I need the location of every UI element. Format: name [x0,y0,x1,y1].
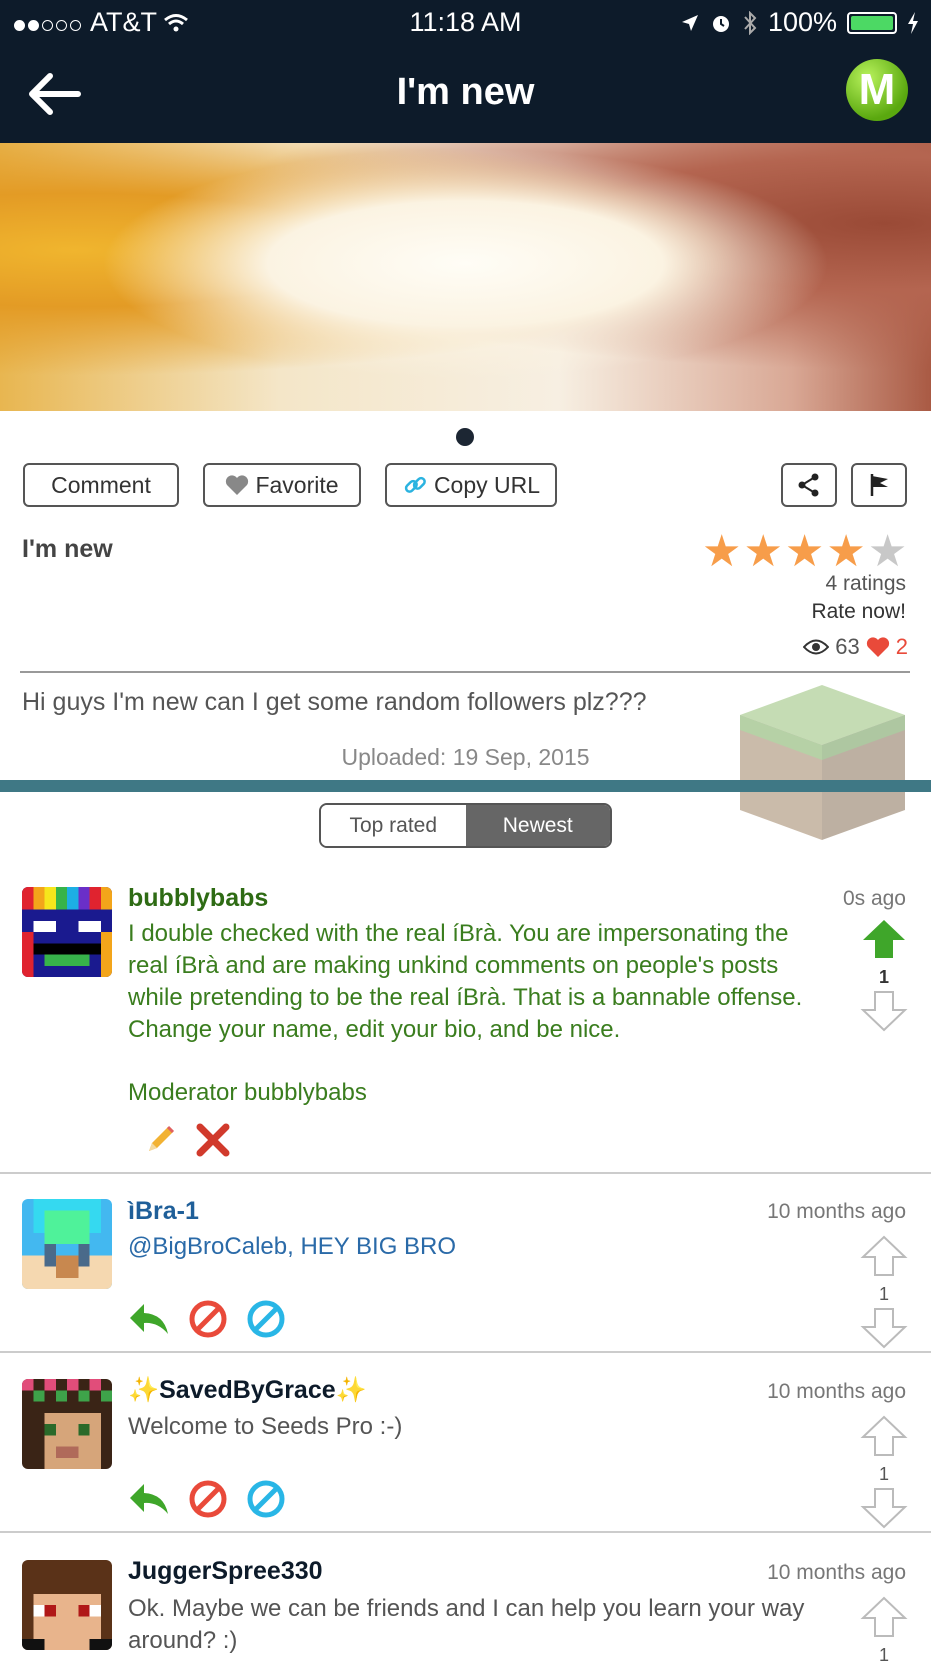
vote-control: 1 [860,1596,908,1668]
downvote-arrow-icon[interactable] [860,1307,908,1349]
comment-text: I double checked with the real íBrà. You… [128,920,803,1043]
charging-icon [908,11,918,34]
eye-icon [803,639,830,655]
copy-url-button-label: Copy URL [433,471,541,498]
comment-author[interactable]: ìBra-1 [128,1197,199,1226]
star-icon[interactable]: ★ [743,530,782,574]
downvote-arrow-icon[interactable] [860,990,908,1032]
page-title: I'm new [396,71,535,113]
heart-icon [866,637,889,657]
upvote-arrow-icon[interactable] [860,1235,908,1277]
comment-button[interactable]: Comment [23,463,179,507]
status-right: 100% [680,7,919,38]
avatar[interactable] [22,1560,112,1650]
sort-newest[interactable]: Newest [465,805,610,846]
block-icon[interactable] [188,1299,228,1339]
flag-icon [870,474,888,496]
comment-author[interactable]: ✨SavedByGrace✨ [128,1376,367,1405]
ignore-icon[interactable] [246,1299,286,1339]
reply-arrow-icon[interactable] [128,1302,170,1336]
upvote-arrow-icon[interactable] [860,1415,908,1457]
battery-label: 100% [767,7,837,37]
delete-x-icon[interactable] [195,1122,231,1158]
comment-actions [143,1122,231,1158]
comment-divider [0,1172,931,1174]
edit-pencil-icon[interactable] [143,1123,177,1157]
avatar[interactable] [22,1379,112,1469]
post-stats: 63 2 [803,634,908,660]
vote-count: 1 [878,1284,889,1304]
sort-toggle: Top rated Newest [319,803,612,848]
share-icon [798,473,819,497]
upvote-arrow-icon[interactable] [860,918,908,960]
comment-time: 10 months ago [767,1380,906,1403]
heart-icon [226,475,249,495]
comment-author[interactable]: JuggerSpree330 [128,1557,323,1586]
divider [20,671,910,673]
comment-time: 0s ago [842,887,906,910]
avatar[interactable] [22,1199,112,1289]
star-icon[interactable]: ★ [868,530,907,574]
downvote-arrow-icon[interactable] [860,1487,908,1529]
block-icon[interactable] [188,1479,228,1519]
bluetooth-icon [744,10,757,35]
nav-bar: I'm new M [0,45,931,143]
star-icon[interactable]: ★ [785,530,824,574]
star-icon[interactable]: ★ [702,530,741,574]
vote-control: 1 [860,918,908,1037]
comment-actions [128,1299,286,1339]
avatar[interactable] [22,887,112,977]
star-icon[interactable]: ★ [826,530,865,574]
comment-divider [0,1351,931,1353]
comment-button-label: Comment [51,471,151,498]
copy-url-button[interactable]: Copy URL [385,463,557,507]
comment-signature: Moderator bubblybabs [128,1079,367,1106]
upvote-arrow-icon[interactable] [860,1596,908,1638]
comment-text: Welcome to Seeds Pro :-) [128,1413,403,1440]
comment-time: 10 months ago [767,1561,906,1584]
page-indicator [456,428,474,446]
status-bar: AT&T 11:18 AM 100% [0,0,931,45]
comment-text: Ok. Maybe we can be friends and I can he… [128,1595,805,1654]
post-title: I'm new [22,535,113,563]
alarm-icon [712,15,729,32]
ratings-count: 4 ratings [825,572,906,595]
upload-date: Uploaded: 19 Sep, 2015 [341,744,590,770]
rate-now-link[interactable]: Rate now! [811,600,906,624]
vote-count: 1 [878,1464,889,1484]
comment-actions [128,1479,286,1519]
favorite-button-label: Favorite [255,471,339,498]
comment-divider [0,1531,931,1533]
favorite-button[interactable]: Favorite [203,463,361,507]
link-icon [404,476,426,493]
comment-author[interactable]: bubblybabs [128,884,268,913]
reply-arrow-icon[interactable] [128,1482,170,1516]
share-button[interactable] [781,463,837,507]
location-icon [681,14,698,31]
likes-count: 2 [895,634,908,659]
vote-control: 1 [860,1235,908,1354]
star-rating[interactable]: ★ ★ ★ ★ ★ [702,530,907,574]
report-button[interactable] [851,463,907,507]
vote-count: 1 [878,967,889,987]
sort-top-rated[interactable]: Top rated [321,805,466,846]
comment-time: 10 months ago [767,1200,906,1223]
post-image[interactable] [0,143,931,411]
post-description: Hi guys I'm new can I get some random fo… [22,688,647,716]
ignore-icon[interactable] [246,1479,286,1519]
app-logo-button[interactable]: M [846,59,908,121]
comment-text: @BigBroCaleb, HEY BIG BRO [128,1233,457,1260]
vote-control: 1 [860,1415,908,1534]
section-separator [0,780,931,792]
views-count: 63 [835,634,860,659]
battery-icon [847,11,897,34]
